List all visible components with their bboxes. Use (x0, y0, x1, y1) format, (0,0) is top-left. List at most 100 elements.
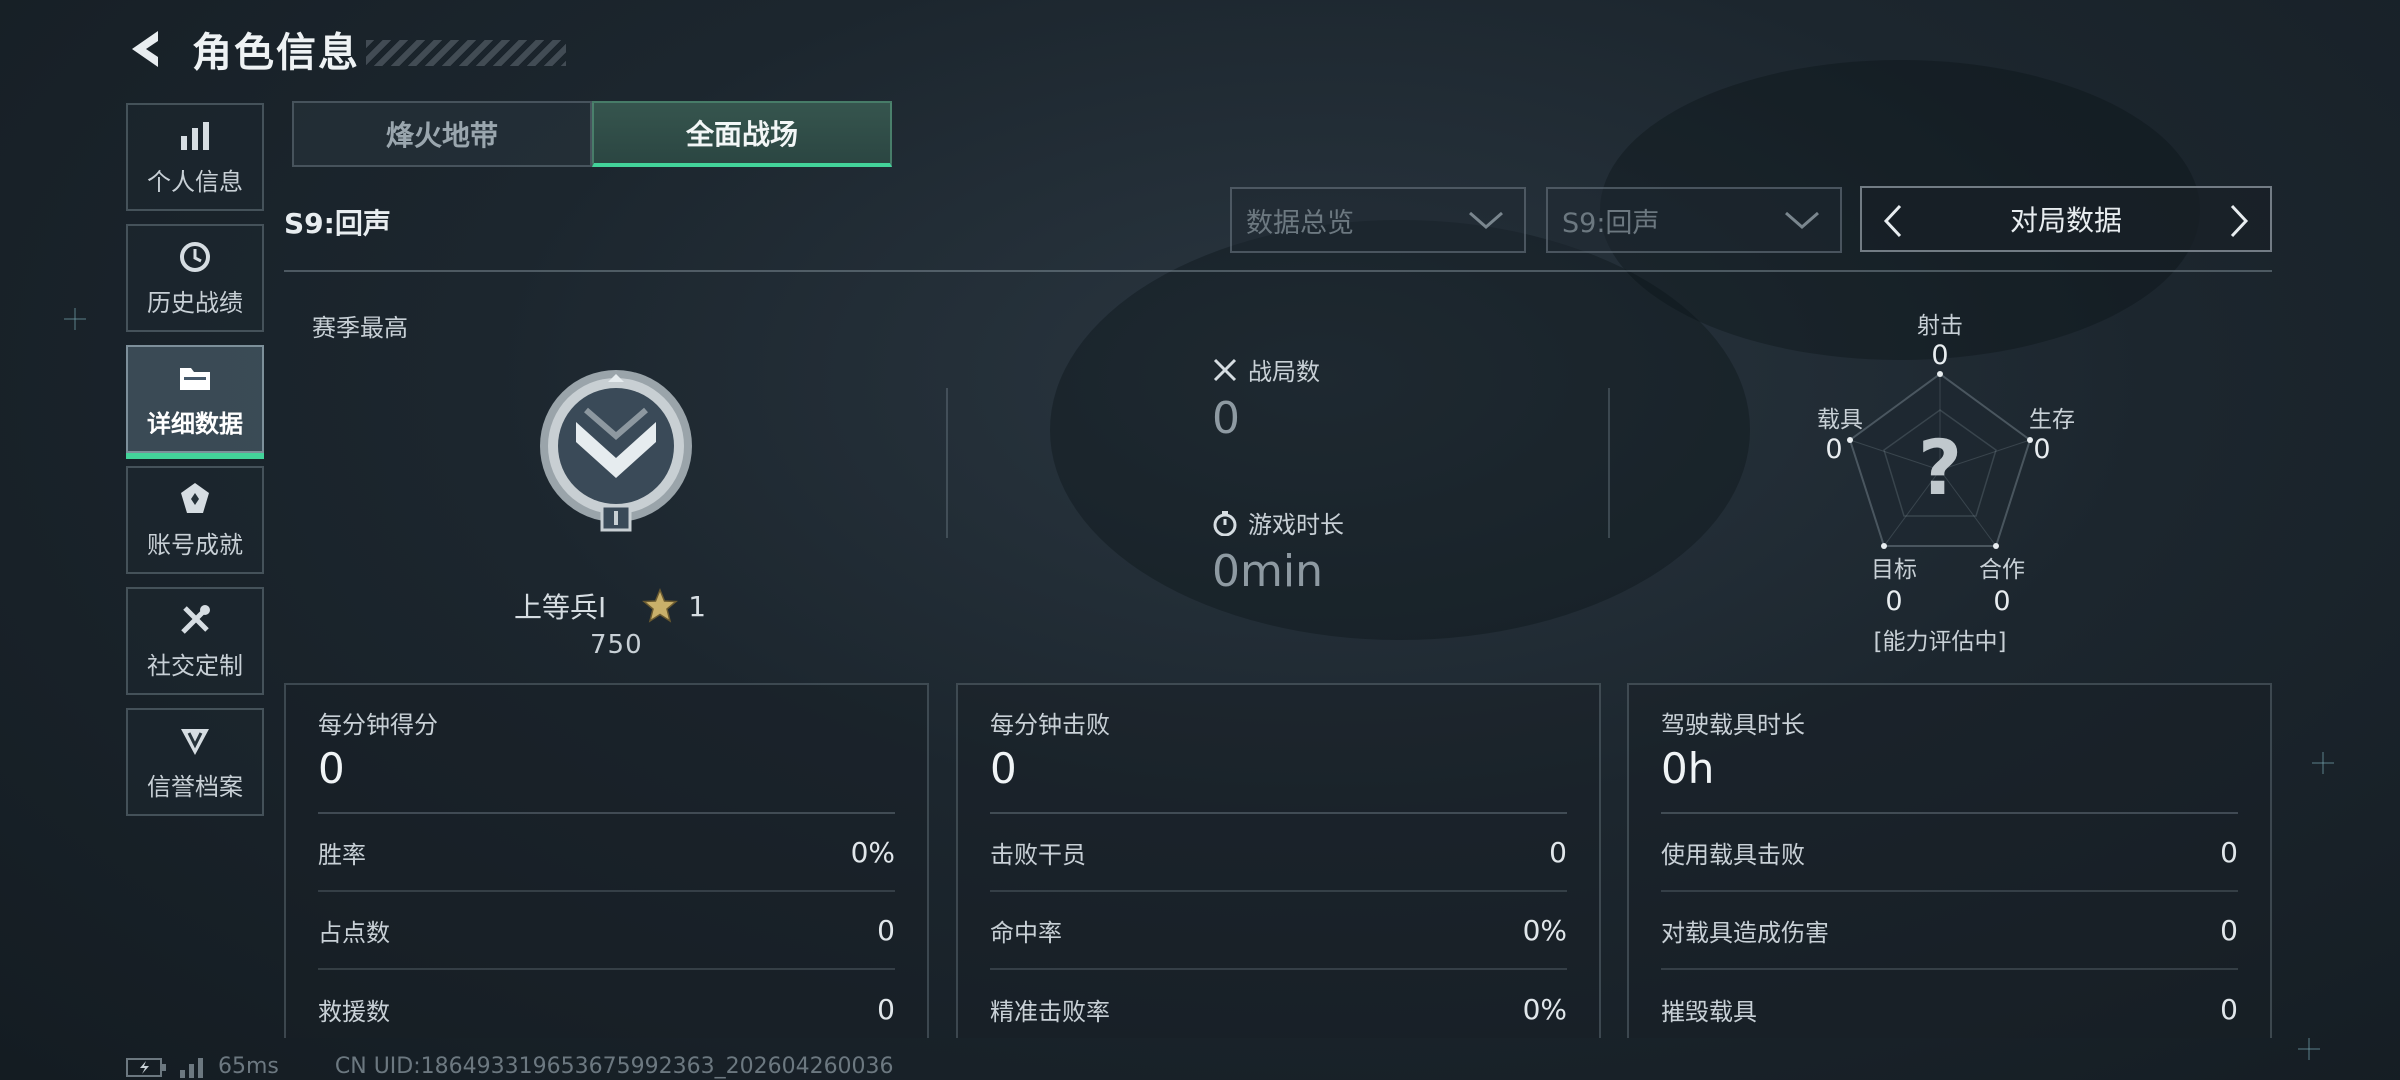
page-header: 角色信息 (124, 24, 566, 76)
season-best-label: 赛季最高 (312, 314, 408, 342)
matches-label: 战局数 (1248, 358, 1320, 386)
stat-value: 0% (850, 835, 895, 869)
panel-kills: 每分钟击败 0 击败干员 0 命中率 0% 精准击败率 0% (956, 683, 1601, 1038)
rank-info: 上等兵Ⅰ 1 (514, 586, 706, 626)
bar-chart-icon (181, 121, 209, 150)
rank-points: 750 (590, 630, 643, 660)
sidebar-item-label: 社交定制 (147, 651, 243, 680)
stat-value: 0 (2220, 992, 2238, 1026)
radar-value-objective: 0 (1885, 586, 1903, 617)
panel-value: 0h (1661, 744, 1715, 793)
radar-label-survival: 生存 (2029, 407, 2075, 433)
stat-label: 命中率 (990, 918, 1062, 947)
tab-hazard-zone[interactable]: 烽火地带 (292, 101, 592, 167)
match-data-switcher[interactable]: 对局数据 (1860, 186, 2272, 252)
stat-row: 摧毁载具 0 (1661, 970, 2238, 1048)
stat-value: 0 (2220, 913, 2238, 947)
playtime-stat: 游戏时长 0min (1212, 505, 1344, 597)
stat-label: 占点数 (318, 918, 390, 947)
folder-icon (180, 367, 210, 390)
season-select-value: S9:回声 (1562, 207, 1660, 239)
sidebar-item-label: 历史战绩 (147, 288, 243, 317)
sidebar-item-label: 信誉档案 (147, 772, 243, 801)
star-icon (642, 588, 679, 623)
playtime-label: 游戏时长 (1248, 511, 1344, 539)
chevron-right-icon[interactable] (2224, 204, 2254, 238)
stat-row: 击败干员 0 (990, 814, 1567, 892)
playtime-value: 0min (1212, 546, 1323, 597)
radar-question-mark: ? (1918, 423, 1962, 512)
sidebar-item-achievements[interactable]: 账号成就 (126, 466, 264, 574)
season-select[interactable]: S9:回声 (1546, 187, 1842, 253)
stat-row: 精准击败率 0% (990, 970, 1567, 1048)
stopwatch-icon (1213, 510, 1237, 536)
panel-value: 0 (990, 744, 1017, 793)
battery-icon (126, 1057, 166, 1077)
panel-title: 每分钟击败 (990, 711, 1110, 739)
tools-icon (181, 604, 210, 634)
mode-tabs: 烽火地带 全面战场 (292, 101, 892, 167)
stat-label: 摧毁载具 (1661, 997, 1757, 1026)
sidebar-item-history[interactable]: 历史战绩 (126, 224, 264, 332)
stat-label: 击败干员 (990, 840, 1086, 869)
section-divider (1608, 388, 1610, 538)
ability-radar: ? 射击 0 生存 0 合作 0 目标 0 载具 0 [能力评估中] (1810, 300, 2075, 660)
achievement-icon (181, 482, 209, 513)
sidebar-item-personal-info[interactable]: 个人信息 (126, 103, 264, 211)
radar-value-vehicle: 0 (1825, 434, 1843, 465)
decor-cross (64, 308, 86, 330)
sidebar-item-detailed-data[interactable]: 详细数据 (126, 345, 264, 459)
signal-icon (180, 1057, 203, 1078)
stat-label: 使用载具击败 (1661, 840, 1805, 869)
matches-stat: 战局数 0 (1212, 352, 1320, 444)
radar-label-cooperation: 合作 (1979, 557, 2025, 583)
stat-value: 0 (877, 913, 895, 947)
decor-cross (2312, 752, 2334, 774)
chevron-left-icon[interactable] (1878, 204, 1908, 238)
season-label: S9:回声 (284, 207, 391, 240)
stat-value: 0 (1549, 835, 1567, 869)
panel-title: 驾驶载具时长 (1661, 711, 1805, 739)
category-select[interactable]: 数据总览 (1230, 187, 1526, 253)
back-arrow-icon[interactable] (124, 27, 168, 71)
sidebar: 个人信息 历史战绩 详细数据 账号成就 社交定制 信誉档案 (126, 103, 264, 829)
radar-label-objective: 目标 (1871, 557, 1917, 583)
sidebar-item-label: 个人信息 (147, 167, 243, 196)
radar-label-shooting: 射击 (1917, 313, 1963, 339)
decor-cross (2298, 1038, 2320, 1060)
chevron-down-icon (1785, 211, 1819, 229)
sidebar-item-social[interactable]: 社交定制 (126, 587, 264, 695)
chevron-down-icon (1469, 211, 1503, 229)
header-divider (284, 270, 2272, 272)
panel-score: 每分钟得分 0 胜率 0% 占点数 0 救援数 0 (284, 683, 929, 1038)
panel-vehicle: 驾驶载具时长 0h 使用载具击败 0 对载具造成伤害 0 摧毁载具 0 (1627, 683, 2272, 1038)
status-footer: 65ms CN UID:1864933196536759923​63_20260… (126, 1054, 894, 1079)
matches-value: 0 (1212, 393, 1240, 444)
radar-value-cooperation: 0 (1993, 586, 2011, 617)
match-data-label: 对局数据 (2009, 204, 2122, 237)
panel-title: 每分钟得分 (318, 711, 438, 739)
radar-value-shooting: 0 (1931, 340, 1949, 371)
ping-value: 65ms (218, 1054, 279, 1079)
stat-value: 0% (1522, 913, 1567, 947)
panel-value: 0 (318, 744, 345, 793)
crossed-swords-icon (1213, 358, 1237, 381)
rank-emblem-icon (540, 370, 692, 532)
stat-row: 胜率 0% (318, 814, 895, 892)
stat-label: 对载具造成伤害 (1661, 918, 1829, 947)
sidebar-item-credit[interactable]: 信誉档案 (126, 708, 264, 816)
radar-pentagon: ? (1847, 371, 2033, 549)
history-icon (180, 241, 210, 272)
stat-row: 对载具造成伤害 0 (1661, 892, 2238, 970)
tab-full-battlefield[interactable]: 全面战场 (592, 101, 892, 167)
title-stripe-decor (366, 40, 566, 66)
stat-row: 使用载具击败 0 (1661, 814, 2238, 892)
stat-value: 0 (877, 992, 895, 1026)
section-divider (946, 388, 948, 538)
stat-label: 救援数 (318, 997, 390, 1026)
radar-status: [能力评估中] (1873, 629, 2007, 655)
user-uid: CN UID:1864933196536759923​63_2026042600… (334, 1054, 894, 1079)
stat-row: 占点数 0 (318, 892, 895, 970)
radar-label-vehicle: 载具 (1817, 407, 1863, 433)
sidebar-item-label: 账号成就 (147, 530, 243, 559)
